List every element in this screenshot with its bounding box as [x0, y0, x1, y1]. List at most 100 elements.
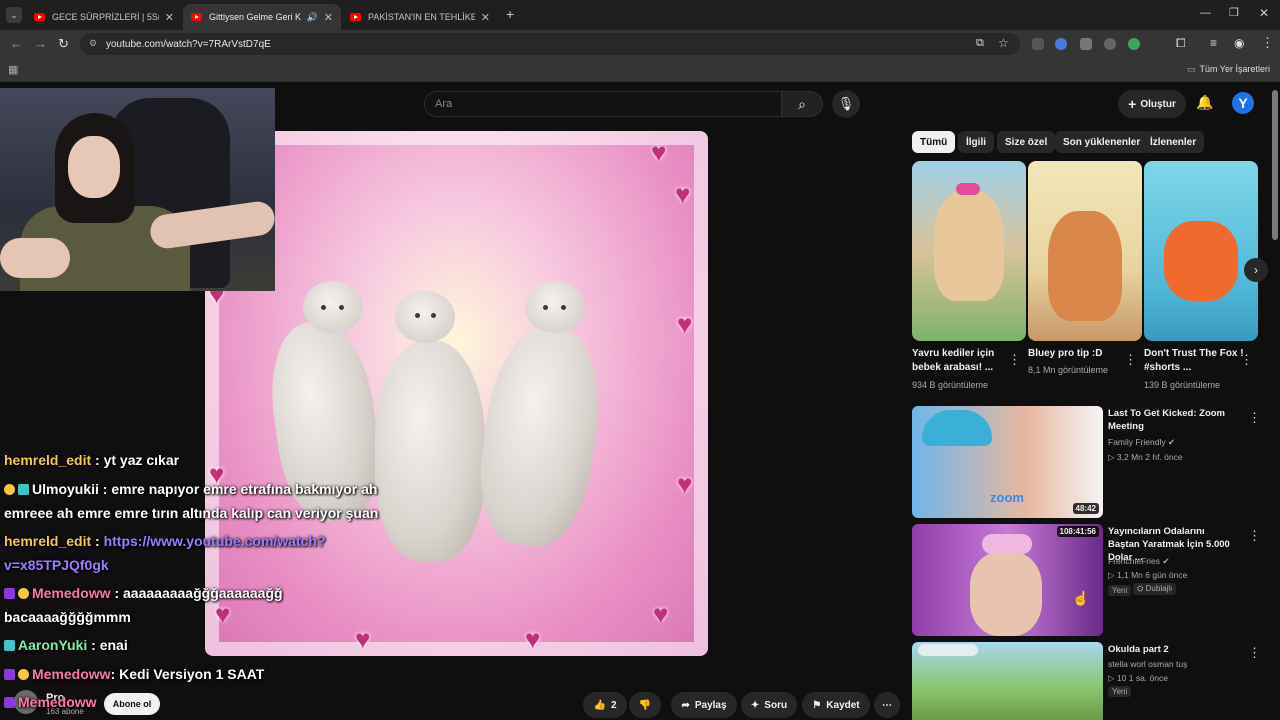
like-count: 2: [610, 699, 617, 711]
channel-name[interactable]: stella worl osman tuş: [1108, 659, 1187, 669]
chat-link[interactable]: https://www.youtube.com/watch?: [104, 533, 326, 549]
short-menu-icon[interactable]: ⋮: [1124, 352, 1137, 368]
search-button[interactable]: ⌕: [781, 91, 823, 117]
site-info-icon[interactable]: ⚙: [89, 38, 97, 49]
address-bar[interactable]: ⚙ youtube.com/watch?v=7RArVstD7qE: [80, 33, 1020, 55]
close-tab-icon[interactable]: ✕: [165, 11, 174, 24]
video-title[interactable]: Okulda part 2: [1108, 643, 1238, 656]
short-thumbnail[interactable]: [1028, 161, 1142, 341]
forward-icon[interactable]: →: [34, 36, 47, 51]
thumbs-down-icon: 👎: [638, 699, 652, 711]
close-tab-icon[interactable]: ✕: [481, 11, 490, 24]
chip-related[interactable]: İlgili: [958, 131, 994, 153]
save-button[interactable]: ⚑ Kaydet: [802, 692, 870, 718]
search-input[interactable]: Ara: [424, 91, 782, 117]
chat-text: : enai: [87, 637, 128, 653]
close-tab-icon[interactable]: ✕: [324, 11, 333, 24]
video-thumbnail[interactable]: 108:41:56: [912, 524, 1103, 636]
short-title[interactable]: Bluey pro tip :D: [1028, 347, 1128, 361]
address-bar-row: ← → ↻ ⚙ youtube.com/watch?v=7RArVstD7qE …: [0, 30, 1280, 58]
short-title[interactable]: Yavru kediler için bebek arabası! ...: [912, 347, 1012, 375]
streamer-face: [68, 136, 120, 198]
channel-name[interactable]: Family Friendly ✔: [1108, 437, 1175, 448]
video-meta: ▷ 10 1 sa. önce: [1108, 673, 1168, 684]
heart-decoration: ♥: [651, 137, 667, 167]
notifications-bell-icon[interactable]: 🔔: [1196, 94, 1213, 111]
video-menu-icon[interactable]: ⋮: [1248, 410, 1261, 426]
extension-icon[interactable]: [1055, 38, 1067, 50]
game-icons-row: [918, 644, 978, 656]
extension-icon[interactable]: [1128, 38, 1140, 50]
video-thumbnail[interactable]: [912, 642, 1103, 720]
short-menu-icon[interactable]: ⋮: [1240, 352, 1253, 368]
moon-badge-icon: [18, 669, 29, 680]
cartoon-dog: [1048, 211, 1122, 321]
short-thumbnail[interactable]: [1144, 161, 1258, 341]
cat-eye: [339, 305, 344, 310]
video-title[interactable]: Last To Get Kicked: Zoom Meeting: [1108, 407, 1238, 433]
back-icon[interactable]: ←: [10, 36, 23, 51]
video-player[interactable]: ♥ ♥ ♥ ♥ ♥ ♥ ♥ ♥ ♥ ♥ ♥: [205, 131, 708, 656]
new-tab-icon[interactable]: +: [506, 6, 514, 22]
chip-watched[interactable]: İzlenenler: [1142, 131, 1205, 153]
bookmark-star-icon[interactable]: ☆: [998, 36, 1009, 50]
ask-button[interactable]: ✦ Soru: [741, 692, 797, 718]
extension-icon[interactable]: [1080, 38, 1092, 50]
chip-recent[interactable]: Son yüklenenler: [1055, 131, 1149, 153]
more-actions-button[interactable]: ⋯: [874, 692, 900, 718]
channel-name[interactable]: FrenchieFries ✔: [1108, 556, 1169, 567]
moon-badge-icon: [18, 588, 29, 599]
verified-icon: ✔: [1162, 556, 1170, 566]
chip-all[interactable]: Tümü: [912, 131, 956, 153]
channel-label: FrenchieFries: [1108, 556, 1160, 566]
dub-label: Dublajlı: [1145, 584, 1173, 593]
menu-kebab-icon[interactable]: ⋮: [1261, 35, 1274, 51]
streamer-arm: [0, 238, 70, 278]
video-menu-icon[interactable]: ⋮: [1248, 645, 1261, 661]
close-window-icon[interactable]: ✕: [1259, 6, 1269, 20]
video-duration: 108:41:56: [1056, 526, 1099, 537]
tab-search-icon[interactable]: ⌄: [6, 7, 22, 23]
cat-eye: [321, 305, 326, 310]
short-thumbnail[interactable]: [912, 161, 1026, 341]
shorts-next-button[interactable]: ›: [1244, 258, 1268, 282]
account-avatar[interactable]: Y: [1232, 92, 1254, 114]
verified-icon: ✔: [1168, 437, 1176, 447]
tab-1[interactable]: GECE SÜRPRİZLERİ | 5Sriders | Minecraft …: [26, 4, 182, 30]
short-menu-icon[interactable]: ⋮: [1008, 352, 1021, 368]
extension-icon[interactable]: [1032, 38, 1044, 50]
all-bookmarks-link[interactable]: ▭ Tüm Yer İşaretleri: [1187, 64, 1270, 75]
subscribe-button[interactable]: Abone ol: [104, 693, 160, 715]
video-menu-icon[interactable]: ⋮: [1248, 528, 1261, 544]
tab-2[interactable]: Gittiysen Gelme Geri Kedi Versiyon 🔊 ✕: [183, 4, 341, 30]
create-button[interactable]: + Oluştur: [1118, 90, 1186, 118]
minimize-icon[interactable]: —: [1200, 7, 1211, 19]
apps-grid-icon[interactable]: ▦: [8, 63, 18, 76]
chat-username: hemreld_edit: [4, 533, 92, 549]
chat-link[interactable]: v=x85TPJQf0gk: [4, 557, 109, 573]
cat-eye: [415, 313, 420, 318]
gem-badge-icon: [4, 697, 15, 708]
extensions-puzzle-icon[interactable]: ⧠: [1176, 36, 1186, 51]
extension-icon[interactable]: [1104, 38, 1116, 50]
page-scrollbar[interactable]: [1272, 90, 1278, 240]
restore-icon[interactable]: ❐: [1229, 6, 1239, 19]
tab-3[interactable]: PAKİSTAN'IN EN TEHLİKELİ MAHALLESİ ✕: [342, 4, 498, 30]
chip-for-you[interactable]: Size özel: [997, 131, 1056, 153]
voice-search-button[interactable]: 🎙: [832, 90, 860, 118]
short-title[interactable]: Don't Trust The Fox ! #shorts ...: [1144, 347, 1244, 375]
share-button[interactable]: ➦ Paylaş: [671, 692, 737, 718]
speaker-icon[interactable]: 🔊: [307, 12, 318, 23]
dislike-button[interactable]: 👎: [629, 692, 661, 718]
sparkle-icon: ✦: [750, 699, 760, 711]
cast-icon[interactable]: ⧉: [976, 37, 984, 50]
all-bookmarks-label: Tüm Yer İşaretleri: [1199, 64, 1270, 74]
profile-icon[interactable]: ◉: [1234, 36, 1244, 50]
reload-icon[interactable]: ↻: [58, 36, 69, 52]
like-button[interactable]: 👍 2: [583, 692, 627, 718]
short-views: 934 B görüntüleme: [912, 380, 989, 390]
reading-list-icon[interactable]: ≡: [1210, 36, 1217, 50]
video-thumbnail[interactable]: zoom 48:42: [912, 406, 1103, 518]
chat-message: hemreld_edit : yt yaz cıkar: [4, 452, 179, 468]
chat-message-cont: v=x85TPJQf0gk: [4, 557, 109, 573]
